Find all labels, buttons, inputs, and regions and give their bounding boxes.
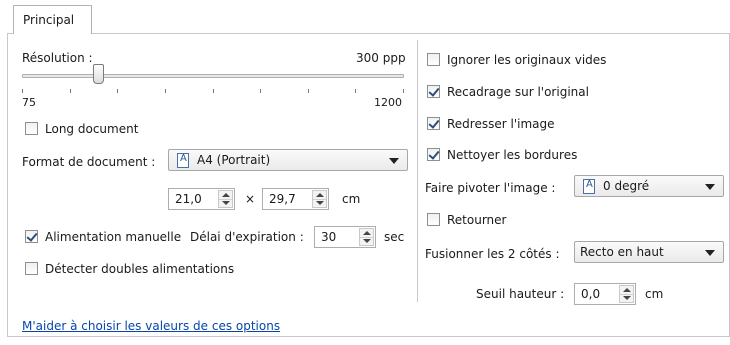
rotate-label: Faire pivoter l'image : (425, 181, 556, 195)
merge-sides-select[interactable]: Recto en haut (574, 241, 724, 263)
flip-checkbox[interactable] (427, 213, 440, 226)
height-threshold-spin-buttons[interactable] (619, 285, 634, 303)
dimensions-unit: cm (342, 192, 361, 206)
document-format-value: A4 (Portrait) (197, 153, 271, 167)
manual-feed-checkbox[interactable] (25, 230, 38, 243)
times-symbol: × (245, 192, 256, 206)
slider-tick (355, 89, 357, 93)
crop-checkbox[interactable] (427, 85, 440, 98)
slider-tick (117, 89, 119, 93)
width-stepper[interactable]: 21,0 (168, 188, 235, 210)
chevron-down-icon (705, 250, 715, 256)
document-icon (583, 179, 595, 194)
timeout-value: 30 (321, 230, 337, 244)
merge-sides-label: Fusionner les 2 côtés : (425, 247, 560, 261)
rotate-value: 0 degré (603, 179, 650, 193)
timeout-spin-buttons[interactable] (359, 228, 374, 246)
height-value: 29,7 (269, 192, 296, 206)
slider-tick (307, 89, 309, 93)
clean-borders-label: Nettoyer les bordures (447, 148, 578, 162)
clean-borders-checkbox[interactable] (427, 148, 440, 161)
tab-principal[interactable]: Principal (13, 5, 92, 34)
height-stepper[interactable]: 29,7 (262, 188, 329, 210)
slider-tick (164, 89, 166, 93)
chevron-down-icon (705, 184, 715, 190)
slider-tick (403, 89, 404, 93)
height-threshold-stepper[interactable]: 0,0 (574, 283, 636, 305)
document-format-select[interactable]: A4 (Portrait) (168, 149, 408, 171)
tab-principal-label: Principal (23, 13, 75, 27)
manual-feed-label: Alimentation manuelle (45, 230, 182, 244)
ignore-blank-label: Ignorer les originaux vides (447, 53, 607, 67)
resolution-max-label: 1200 (374, 96, 402, 109)
double-feed-label: Détecter doubles alimentations (45, 262, 235, 276)
resolution-value: 300 ppp (356, 51, 406, 65)
slider-tick (260, 89, 262, 93)
chevron-down-icon (389, 158, 399, 164)
document-icon (177, 153, 189, 168)
height-threshold-value: 0,0 (581, 287, 601, 301)
document-format-label: Format de document : (22, 155, 156, 169)
long-document-label: Long document (45, 122, 139, 136)
width-value: 21,0 (175, 192, 202, 206)
double-feed-checkbox[interactable] (25, 262, 38, 275)
slider-tick (212, 89, 214, 93)
crop-label: Recadrage sur l'original (447, 85, 589, 99)
rotate-select[interactable]: 0 degré (574, 175, 724, 197)
width-spin-buttons[interactable] (218, 190, 233, 208)
resolution-label: Résolution : (22, 51, 93, 65)
resolution-min-label: 75 (22, 96, 36, 109)
long-document-checkbox[interactable] (25, 122, 38, 135)
slider-tick (22, 89, 23, 93)
height-threshold-label: Seuil hauteur : (476, 287, 565, 301)
resolution-slider-track[interactable] (22, 74, 404, 78)
straighten-checkbox[interactable] (427, 117, 440, 130)
merge-sides-value: Recto en haut (580, 245, 664, 259)
height-spin-buttons[interactable] (312, 190, 327, 208)
slider-tick (69, 89, 71, 93)
straighten-label: Redresser l'image (447, 117, 555, 131)
column-divider (417, 40, 418, 302)
flip-label: Retourner (447, 213, 507, 227)
ignore-blank-checkbox[interactable] (427, 53, 440, 66)
resolution-slider-thumb[interactable] (92, 64, 104, 84)
timeout-unit: sec (384, 230, 405, 244)
timeout-stepper[interactable]: 30 (314, 226, 376, 248)
height-threshold-unit: cm (645, 287, 664, 301)
help-link[interactable]: M'aider à choisir les valeurs de ces opt… (22, 319, 280, 333)
tab-strip: Principal (0, 0, 730, 34)
timeout-label: Délai d'expiration : (190, 230, 304, 244)
